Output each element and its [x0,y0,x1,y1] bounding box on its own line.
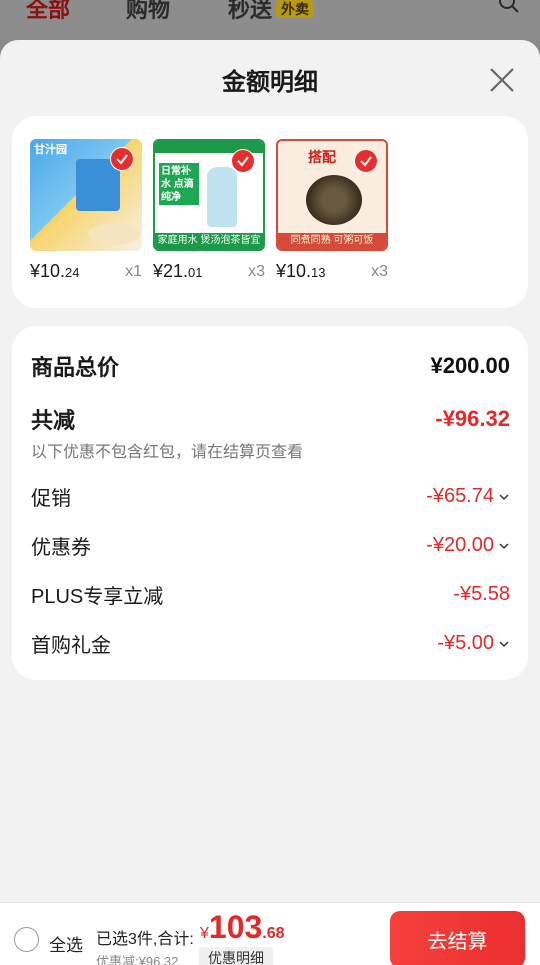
plus-value: -¥5.58 [453,583,510,605]
checked-icon[interactable] [110,147,134,171]
chevron-down-icon[interactable] [498,540,510,552]
total-reduce-value: -¥96.32 [435,406,510,431]
product-item[interactable]: 日常补水 点滴纯净 家庭用水 煲汤泡茶皆宜 ¥21.01 x3 [153,139,265,281]
product-slogan: 日常补水 点滴纯净 [159,163,199,205]
product-item[interactable]: 搭配 同煮同熟 可粥可饭 ¥10.13 x3 [276,139,388,281]
product-price: ¥10.24 [30,261,80,282]
price-dec: 01 [188,265,203,280]
product-qty: x1 [125,263,142,280]
tab-instant[interactable]: 秒送 外卖 [228,0,315,24]
product-item[interactable]: 甘汁园 ¥10.24 x1 [30,139,142,281]
selected-count-text: 已选3件,合计: [96,931,194,948]
plus-label: PLUS专享立减 [31,586,164,608]
total-price-label: 商品总价 [31,355,120,380]
product-qty: x3 [248,263,265,280]
promo-row[interactable]: 促销 -¥65.74 [31,482,510,511]
total-price-value: ¥200.00 [430,353,510,378]
gift-row[interactable]: 首购礼金 -¥5.00 [31,629,510,658]
total-price-row: 商品总价 ¥200.00 [31,350,510,382]
checkout-button[interactable]: 去结算 [390,911,525,965]
gift-value: -¥5.00 [437,632,494,654]
plus-row: PLUS专享立减 -¥5.58 [31,580,510,609]
amount-detail-sheet: 金额明细 甘汁园 ¥10.24 x1 日常补水 点滴纯净 家庭用水 煲汤泡茶皆宜… [0,40,540,965]
promo-value: -¥65.74 [426,485,494,507]
tab-instant-label: 秒送 [228,0,273,22]
tab-all[interactable]: 全部 [26,0,70,24]
total-dec: .68 [262,925,285,942]
checked-icon[interactable] [354,149,378,173]
total-reduce-label: 共减 [31,408,76,433]
coupon-value: -¥20.00 [426,534,494,556]
coupon-label: 优惠券 [31,537,91,559]
chevron-down-icon[interactable] [498,638,510,650]
price-dec: 24 [65,265,80,280]
product-price: ¥21.01 [153,261,203,282]
amount-detail-card: 商品总价 ¥200.00 共减 -¥96.32 以下优惠不包含红包，请在结算页查… [12,326,528,680]
price-int: ¥10. [30,261,66,281]
chevron-down-icon[interactable] [498,491,510,503]
promo-label: 促销 [31,488,71,510]
promo-value-wrap: -¥65.74 [426,485,510,508]
product-price: ¥10.13 [276,261,326,282]
product-image: 日常补水 点滴纯净 家庭用水 煲汤泡茶皆宜 [153,139,265,251]
price-int: ¥10. [276,261,312,281]
tab-shopping[interactable]: 购物 [126,0,170,24]
product-footer: 家庭用水 煲汤泡茶皆宜 [155,233,263,249]
discount-note: 以下优惠不包含红包，请在结算页查看 [31,444,304,461]
product-image: 甘汁园 [30,139,142,251]
gift-value-wrap: -¥5.00 [437,632,510,655]
product-title: 搭配 [308,149,336,165]
checked-icon[interactable] [231,149,255,173]
total-yen: ¥ [200,925,209,942]
checkout-bar: 全选 已选3件,合计: ¥103.68 优惠减:¥96.32 优惠明细 去结算 [0,902,540,965]
sheet-title: 金额明细 [222,69,318,96]
close-icon[interactable] [488,66,516,94]
select-all-label[interactable]: 全选 [49,931,83,956]
product-footer: 同煮同熟 可粥可饭 [278,233,386,249]
total-amount: ¥103.68 [200,909,285,946]
discount-summary: 优惠减:¥96.32 [96,954,179,965]
product-image: 搭配 同煮同熟 可粥可饭 [276,139,388,251]
coupon-value-wrap: -¥20.00 [426,534,510,557]
product-brand-text: 甘汁园 [34,144,67,156]
total-int: 103 [208,909,263,945]
select-all-radio[interactable] [14,927,39,952]
price-int: ¥21. [153,261,189,281]
product-list-card: 甘汁园 ¥10.24 x1 日常补水 点滴纯净 家庭用水 煲汤泡茶皆宜 ¥21.… [12,116,528,308]
instant-tag: 外卖 [276,0,315,18]
search-icon[interactable] [498,0,520,14]
total-reduce-row: 共减 -¥96.32 [31,403,510,435]
coupon-row[interactable]: 优惠券 -¥20.00 [31,531,510,560]
discount-detail-button[interactable]: 优惠明细 [199,947,273,965]
product-qty: x3 [371,263,388,280]
price-dec: 13 [311,265,326,280]
top-tab-bar: 全部 购物 秒送 外卖 [0,0,540,40]
gift-label: 首购礼金 [31,635,111,657]
